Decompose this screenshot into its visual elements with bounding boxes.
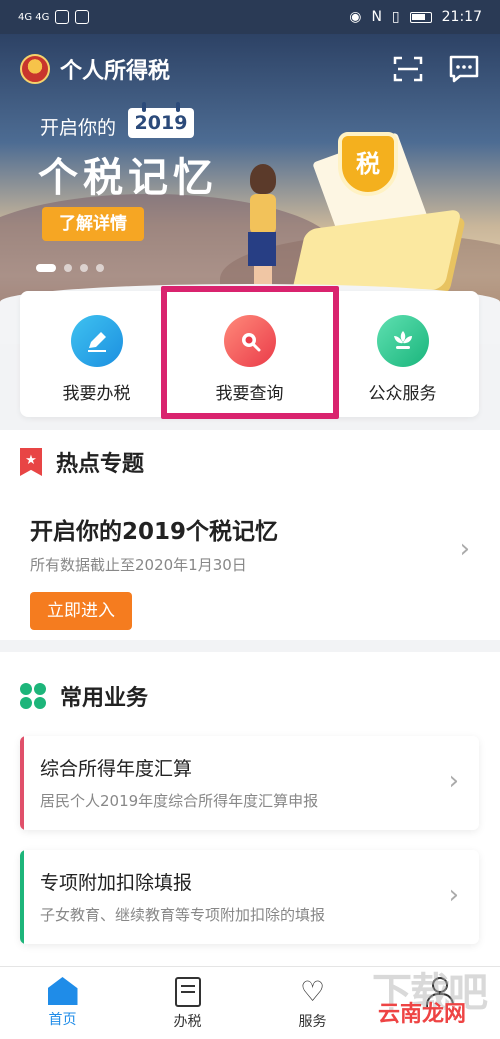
battery-icon xyxy=(409,11,432,23)
learn-more-button[interactable]: 了解详情 xyxy=(42,207,144,241)
clover-icon xyxy=(20,683,46,709)
section-title: 热点专题 xyxy=(56,452,145,477)
service-title: 综合所得年度汇算 xyxy=(40,758,193,780)
card-accent-bar xyxy=(20,850,24,944)
heart-hand-icon: ♡ xyxy=(299,975,326,1008)
carousel-dot[interactable] xyxy=(64,264,72,272)
network-indicator: 4G 4G xyxy=(18,11,50,23)
woman-illustration xyxy=(248,232,276,266)
app-notification-icon xyxy=(75,10,90,24)
watermark: 云南龙网 xyxy=(377,1002,466,1027)
service-subtitle: 子女教育、继续教育等专项附加扣除的填报 xyxy=(40,906,326,924)
tax-logo-icon xyxy=(20,54,50,84)
quick-action-public-service[interactable]: 公众服务 xyxy=(326,291,479,417)
hot-topic-title: 开启你的2019个税记忆 xyxy=(30,519,279,545)
app-notification-icon xyxy=(55,10,70,24)
tab-home[interactable]: 首页 xyxy=(0,967,125,1039)
vibrate-icon: ▯ xyxy=(391,9,400,25)
carousel-indicator[interactable] xyxy=(36,264,104,272)
home-icon xyxy=(47,977,78,1005)
message-icon[interactable] xyxy=(448,54,480,84)
banner-year-badge: 2019 xyxy=(128,102,194,138)
service-card-special-deduction[interactable]: 专项附加扣除填报 子女教育、继续教育等专项附加扣除的填报 › xyxy=(20,850,479,944)
clock: 21:17 xyxy=(441,9,482,25)
woman-illustration xyxy=(250,194,276,234)
banner-intro: 开启你的 xyxy=(40,117,117,139)
tab-label: 服务 xyxy=(298,1014,327,1030)
service-card-annual-settlement[interactable]: 综合所得年度汇算 居民个人2019年度综合所得年度汇算申报 › xyxy=(20,736,479,830)
section-title: 常用业务 xyxy=(60,686,149,711)
status-left: 4G 4G xyxy=(18,10,90,24)
edit-icon xyxy=(70,315,123,367)
card-accent-bar xyxy=(20,736,24,830)
tab-service[interactable]: ♡ 服务 xyxy=(250,967,375,1039)
quick-actions-card: 我要办税 我要查询 公众服务 xyxy=(20,291,479,417)
quick-action-query[interactable]: 我要查询 xyxy=(173,291,326,417)
chevron-right-icon: › xyxy=(459,534,470,564)
quick-action-label: 公众服务 xyxy=(368,384,437,404)
tax-shield-icon: 税 xyxy=(338,132,398,196)
bookmark-star-icon: ★ xyxy=(20,448,42,476)
chevron-right-icon: › xyxy=(448,880,459,910)
carousel-dot[interactable] xyxy=(96,264,104,272)
nfc-icon: N xyxy=(371,9,382,25)
tab-label: 办税 xyxy=(173,1014,202,1030)
flower-icon xyxy=(376,315,429,367)
carousel-dot[interactable] xyxy=(80,264,88,272)
app-header: 个人所得税 xyxy=(0,34,500,104)
eye-icon: ◉ xyxy=(349,9,362,25)
app-title: 个人所得税 xyxy=(60,59,171,84)
search-icon xyxy=(223,315,276,367)
hot-topic-subtitle: 所有数据截止至2020年1月30日 xyxy=(30,556,247,574)
document-icon xyxy=(174,977,201,1007)
service-subtitle: 居民个人2019年度综合所得年度汇算申报 xyxy=(40,792,319,810)
tab-label: 首页 xyxy=(48,1012,77,1028)
service-title: 专项附加扣除填报 xyxy=(40,872,193,894)
enter-now-button[interactable]: 立即进入 xyxy=(30,592,132,630)
banner-title: 个税记忆 xyxy=(38,155,218,201)
woman-illustration xyxy=(250,164,276,194)
hot-topic-section: ★ 热点专题 开启你的2019个税记忆 所有数据截止至2020年1月30日 › … xyxy=(0,430,500,640)
chevron-right-icon: › xyxy=(448,766,459,796)
tab-handle-tax[interactable]: 办税 xyxy=(125,967,250,1039)
scan-icon[interactable] xyxy=(392,54,424,84)
quick-action-handle-tax[interactable]: 我要办税 xyxy=(20,291,173,417)
quick-action-label: 我要查询 xyxy=(215,384,284,404)
quick-action-label: 我要办税 xyxy=(62,384,131,404)
status-right: ◉ N ▯ 21:17 xyxy=(349,9,482,25)
status-bar: 4G 4G ◉ N ▯ 21:17 xyxy=(0,0,500,34)
carousel-dot[interactable] xyxy=(36,264,56,272)
